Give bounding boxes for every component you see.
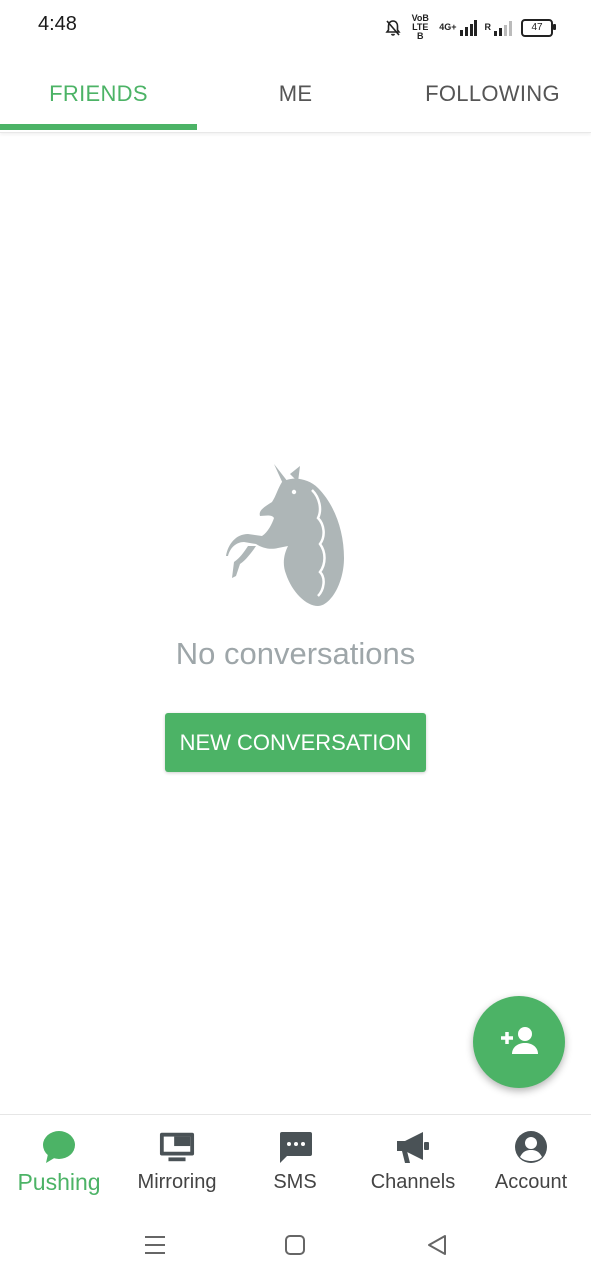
tab-active-indicator — [0, 124, 197, 130]
system-navigation-bar — [0, 1216, 591, 1280]
nav-sms[interactable]: SMS — [236, 1115, 354, 1213]
tab-following[interactable]: FOLLOWING — [394, 56, 591, 132]
add-person-icon — [499, 1025, 539, 1060]
back-triangle-icon[interactable] — [422, 1230, 452, 1260]
signal-roaming-icon: R — [485, 20, 514, 36]
new-conversation-button[interactable]: NEW CONVERSATION — [165, 713, 426, 772]
nav-account-label: Account — [494, 1171, 568, 1193]
tab-friends[interactable]: FRIENDS — [0, 56, 197, 132]
top-tabs: FRIENDS ME FOLLOWING — [0, 56, 591, 133]
nav-mirroring[interactable]: Mirroring — [118, 1115, 236, 1213]
menu-icon[interactable] — [140, 1230, 170, 1260]
megaphone-icon — [395, 1129, 431, 1165]
signal-4g-icon: 4G+ — [439, 19, 477, 36]
battery-level: 47 — [531, 22, 543, 33]
nav-mirroring-label: Mirroring — [137, 1171, 217, 1193]
nav-channels[interactable]: Channels — [354, 1115, 472, 1213]
monitor-icon — [159, 1129, 195, 1165]
tab-me-label: ME — [278, 81, 313, 106]
nav-sms-label: SMS — [273, 1171, 317, 1193]
add-friend-fab[interactable] — [473, 996, 565, 1088]
home-square-icon[interactable] — [280, 1230, 310, 1260]
tab-friends-label: FRIENDS — [49, 81, 148, 106]
bottom-navigation: Pushing Mirroring SMS Channels Account — [0, 1114, 591, 1213]
nav-account[interactable]: Account — [472, 1115, 590, 1213]
unicorn-illustration — [222, 460, 350, 610]
roaming-label: R — [484, 22, 492, 32]
volte-label: VoB LTE B — [411, 13, 429, 41]
nav-pushing-label: Pushing — [17, 1169, 101, 1195]
empty-state-message: No conversations — [175, 636, 416, 671]
chat-bubble-icon — [41, 1129, 77, 1165]
battery-icon: 47 — [521, 18, 556, 37]
sms-icon — [277, 1129, 313, 1165]
status-bar: 4:48 VoB LTE B 4G+ R 47 — [0, 0, 591, 52]
network-type-label: 4G+ — [439, 22, 457, 32]
status-icons: VoB LTE B 4G+ R 47 — [385, 13, 556, 41]
tab-following-label: FOLLOWING — [425, 81, 560, 106]
mute-bell-icon — [385, 19, 401, 37]
account-circle-icon — [513, 1129, 549, 1165]
nav-channels-label: Channels — [370, 1171, 456, 1193]
nav-pushing[interactable]: Pushing — [0, 1115, 118, 1213]
status-time: 4:48 — [38, 13, 77, 35]
tab-me[interactable]: ME — [197, 56, 394, 132]
